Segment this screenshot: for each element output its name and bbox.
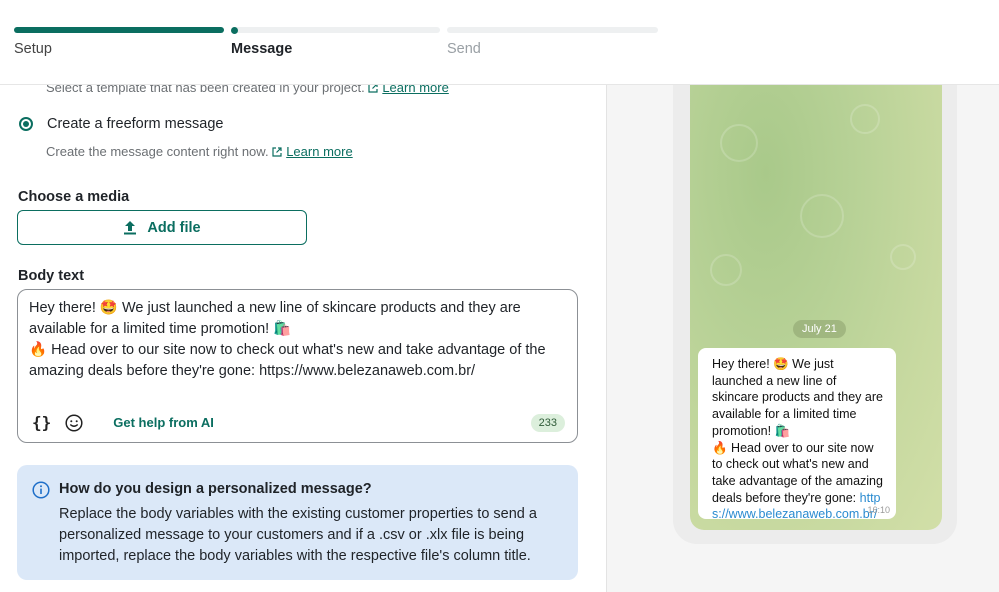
emoji-icon[interactable] bbox=[65, 413, 83, 432]
wallpaper-doodle bbox=[800, 194, 844, 238]
message-time: 16:10 bbox=[867, 505, 890, 515]
body-toolbar: {} Get help from AI bbox=[32, 413, 214, 432]
message-bubble: Hey there! 🤩 We just launched a new line… bbox=[698, 348, 896, 521]
wallpaper-doodle bbox=[710, 254, 742, 286]
variables-icon[interactable]: {} bbox=[32, 413, 51, 432]
media-section-label: Choose a media bbox=[18, 189, 130, 205]
info-body: Replace the body variables with the exis… bbox=[59, 506, 537, 564]
body-text-content: Hey there! 🤩 We just launched a new line… bbox=[29, 300, 546, 379]
personalization-info-box: How do you design a personalized message… bbox=[17, 465, 578, 580]
stepper-header: Setup Message Send bbox=[0, 0, 999, 85]
phone-mockup: July 21 Hey there! 🤩 We just launched a … bbox=[673, 84, 957, 544]
freeform-learn-more-link[interactable]: Learn more bbox=[286, 144, 352, 159]
wallpaper-doodle bbox=[720, 124, 758, 162]
step-progress-bar bbox=[14, 27, 224, 33]
wallpaper-doodle bbox=[890, 244, 916, 270]
info-icon bbox=[32, 481, 50, 499]
message-preview-panel: July 21 Hey there! 🤩 We just launched a … bbox=[606, 84, 999, 592]
step-progress-bar bbox=[231, 27, 440, 33]
freeform-option[interactable]: Create a freeform message bbox=[19, 116, 224, 132]
freeform-option-label: Create a freeform message bbox=[47, 116, 224, 132]
external-link-icon bbox=[272, 147, 282, 157]
message-form: Select a template that has been created … bbox=[0, 80, 606, 592]
date-pill: July 21 bbox=[793, 320, 846, 338]
current-step-dot bbox=[231, 26, 238, 34]
freeform-radio[interactable] bbox=[19, 117, 33, 131]
character-count-badge: 233 bbox=[530, 414, 565, 432]
step-label: Send bbox=[447, 41, 481, 57]
upload-icon bbox=[124, 221, 137, 235]
body-text-label: Body text bbox=[18, 268, 85, 284]
wallpaper-doodle bbox=[850, 104, 880, 134]
add-file-button[interactable]: Add file bbox=[17, 210, 307, 245]
step-label: Setup bbox=[14, 41, 52, 57]
freeform-option-description: Create the message content right now. Le… bbox=[46, 144, 353, 159]
step-progress-bar bbox=[447, 27, 658, 33]
chat-screen: July 21 Hey there! 🤩 We just launched a … bbox=[690, 84, 942, 530]
step-label: Message bbox=[231, 41, 293, 57]
body-text-input[interactable]: Hey there! 🤩 We just launched a new line… bbox=[17, 289, 578, 443]
info-title: How do you design a personalized message… bbox=[59, 481, 372, 497]
bubble-text: Hey there! 🤩 We just launched a new line… bbox=[712, 357, 883, 522]
ai-help-button[interactable]: Get help from AI bbox=[113, 415, 214, 430]
